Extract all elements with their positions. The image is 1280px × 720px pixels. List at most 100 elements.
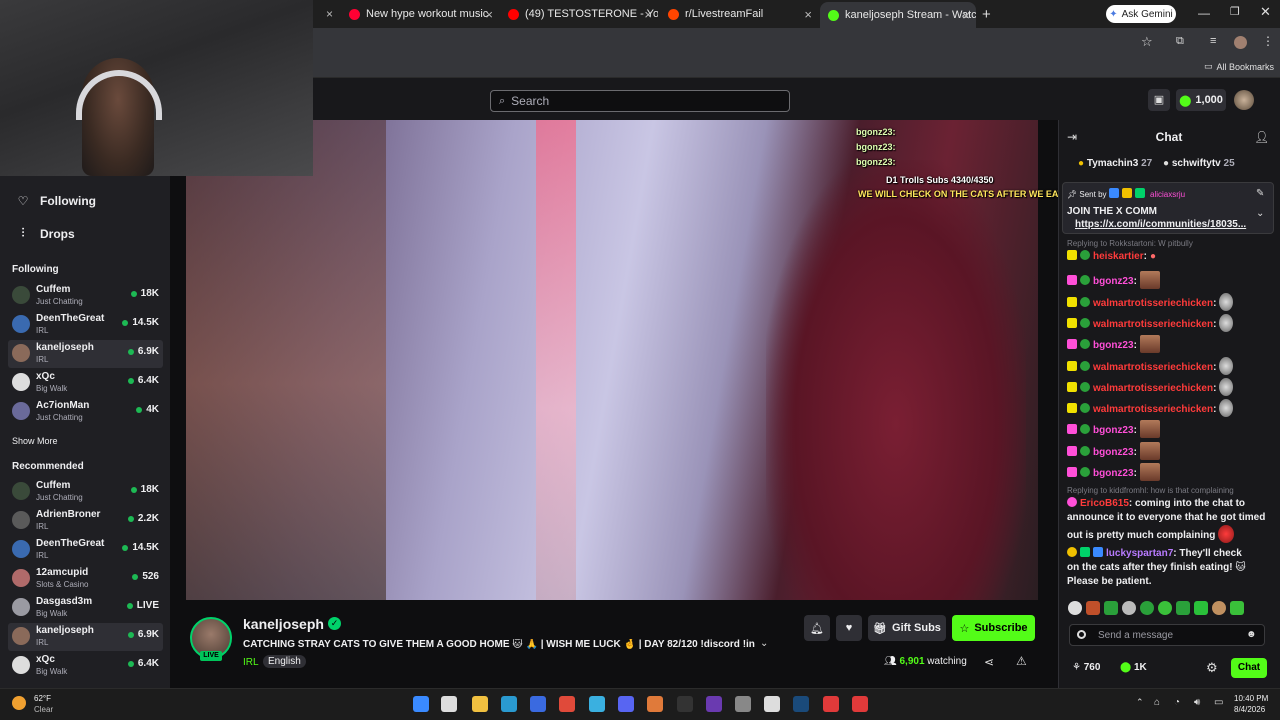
minimize-icon[interactable]: — [1198, 6, 1210, 20]
emoji-picker-icon[interactable]: ☻ [1246, 629, 1257, 640]
weather-temp[interactable]: 62°F [34, 694, 51, 703]
emote-icon[interactable] [1194, 601, 1208, 615]
chat-points-b[interactable]: ⬤ 1K [1120, 662, 1147, 673]
store-icon[interactable] [530, 696, 546, 712]
sidebar-channel-12amcupid[interactable]: 12amcupid Slots & Casino 526 [8, 565, 163, 593]
app-icon[interactable] [764, 696, 780, 712]
chat-users-icon[interactable]: 👤︎ [1254, 130, 1269, 144]
notification-bell-button[interactable]: 🔔︎ [804, 615, 830, 641]
sidebar-channel-ac7ionman[interactable]: Ac7ionMan Just Chatting 4K [8, 398, 163, 426]
emote-icon[interactable] [1176, 601, 1190, 615]
browser-tab[interactable]: kaneljoseph Stream - Watc × [820, 2, 976, 28]
start-menu-icon[interactable] [413, 696, 429, 712]
sidebar-channel-cuffem[interactable]: Cuffem Just Chatting 18K [8, 478, 163, 506]
close-tab-icon[interactable]: × [326, 7, 333, 21]
report-icon[interactable]: ⚠ [1016, 654, 1027, 668]
close-tab-icon[interactable]: × [485, 7, 493, 22]
edge-browser-icon[interactable] [501, 696, 517, 712]
emote-icon[interactable] [1068, 601, 1082, 615]
app-icon[interactable] [706, 696, 722, 712]
sidebar-nav-drops[interactable]: ⫶ Drops [16, 226, 74, 241]
chat-points-a[interactable]: ⚘ 760 [1072, 662, 1100, 673]
restore-icon[interactable]: ❐ [1230, 5, 1240, 18]
chat-username[interactable]: bgonz23 [1093, 425, 1134, 436]
emote-icon[interactable] [1158, 601, 1172, 615]
app-icon[interactable] [647, 696, 663, 712]
streamer-name[interactable]: kaneljoseph [243, 616, 324, 632]
sidebar-channel-dasgasd3m[interactable]: Dasgasd3m Big Walk LIVE [8, 594, 163, 622]
chat-username[interactable]: walmartrotisseriechicken [1093, 298, 1213, 309]
app-icon[interactable] [823, 696, 839, 712]
close-tab-icon[interactable]: × [804, 7, 812, 22]
chevron-down-icon[interactable]: ⌄ [760, 638, 768, 649]
wifi-icon[interactable]: ◔ [1174, 697, 1180, 708]
discord-icon[interactable] [618, 696, 634, 712]
emote-icon[interactable] [1212, 601, 1226, 615]
sidebar-channel-deenthegreat[interactable]: DeenTheGreat IRL 14.5K [8, 536, 163, 564]
chrome-browser-icon[interactable] [559, 696, 575, 712]
chat-username[interactable]: bgonz23 [1093, 340, 1134, 351]
close-window-icon[interactable]: ✕ [1260, 4, 1271, 20]
points-badge[interactable]: ⬤ 1,000 [1176, 89, 1226, 111]
task-view-icon[interactable] [441, 696, 457, 712]
category-link[interactable]: IRL [243, 657, 259, 668]
share-icon[interactable]: ⋖ [984, 655, 994, 669]
sidebar-channel-xqc[interactable]: xQc Big Walk 6.4K [8, 369, 163, 397]
chat-username[interactable]: bgonz23 [1093, 447, 1134, 458]
browser-menu-icon[interactable]: ⋮ [1262, 34, 1274, 48]
gifter-name[interactable]: schwiftytv [1172, 158, 1221, 169]
browser-tab[interactable]: New hype workout music × [341, 3, 499, 25]
volume-icon[interactable]: 🔊︎ [1194, 697, 1200, 708]
sidebar-channel-adrienbroner[interactable]: AdrienBroner IRL 2.2K [8, 507, 163, 535]
emote-icon[interactable] [1122, 601, 1136, 615]
chat-username[interactable]: walmartrotisseriechicken [1093, 319, 1213, 330]
sidebar-channel-kaneljoseph[interactable]: kaneljoseph IRL 6.9K [8, 623, 163, 651]
bookmark-star-icon[interactable]: ☆ [1141, 34, 1153, 50]
chat-username[interactable]: walmartrotisseriechicken [1093, 404, 1213, 415]
close-tab-icon[interactable]: × [962, 8, 970, 23]
chat-username[interactable]: walmartrotisseriechicken [1093, 362, 1213, 373]
browser-tab[interactable]: (49) TESTOSTERONE - YouTube× [500, 3, 658, 25]
chat-settings-icon[interactable]: ⚙ [1206, 660, 1218, 676]
ask-gemini-button[interactable]: ✦ Ask Gemini [1106, 5, 1176, 23]
emote-icon[interactable] [1086, 601, 1100, 615]
chat-username[interactable]: EricoB615 [1080, 498, 1129, 509]
network-icon[interactable]: ⌂ [1154, 697, 1160, 708]
settings-icon[interactable] [735, 696, 751, 712]
sidebar-nav-following[interactable]: ♡ Following [16, 194, 96, 208]
chat-username[interactable]: bgonz23 [1093, 276, 1134, 287]
pin-options-icon[interactable]: ✎ [1256, 188, 1264, 199]
clock-time[interactable]: 10:40 PM [1234, 694, 1268, 703]
chat-username[interactable]: heiskartier [1093, 251, 1144, 262]
sidebar-channel-cuffem[interactable]: Cuffem Just Chatting 18K [8, 282, 163, 310]
tray-chevron-icon[interactable]: ⌃ [1136, 697, 1144, 708]
emote-icon[interactable] [1104, 601, 1118, 615]
new-tab-button[interactable]: + [982, 6, 991, 23]
profile-avatar[interactable] [1234, 36, 1247, 49]
all-bookmarks-link[interactable]: ▭ All Bookmarks [1204, 61, 1274, 72]
battery-icon[interactable]: ▭ [1214, 697, 1223, 708]
pin-expand-icon[interactable]: ⌄ [1256, 208, 1264, 219]
sidebar-channel-kaneljoseph[interactable]: kaneljoseph IRL 6.9K [8, 340, 163, 368]
chat-message-input[interactable]: Send a message [1069, 624, 1265, 646]
emote-icon[interactable] [1140, 601, 1154, 615]
sidebar-channel-deenthegreat[interactable]: DeenTheGreat IRL 14.5K [8, 311, 163, 339]
extensions-icon[interactable]: ⧉ [1176, 35, 1184, 48]
pinned-link[interactable]: https://x.com/i/communities/18035... [1075, 219, 1246, 230]
chat-username[interactable]: luckyspartan7 [1106, 548, 1173, 559]
chat-settings-dot-icon[interactable] [1077, 630, 1086, 639]
search-input[interactable]: ⌕ Search [490, 90, 790, 112]
show-more-link[interactable]: Show More [12, 436, 58, 446]
app-icon[interactable] [852, 696, 868, 712]
chat-username[interactable]: walmartrotisseriechicken [1093, 383, 1213, 394]
obs-icon[interactable] [677, 696, 693, 712]
inventory-icon[interactable]: ▣ [1148, 89, 1170, 111]
pinned-sender[interactable]: aliciaxsrju [1150, 190, 1185, 199]
photos-icon[interactable] [589, 696, 605, 712]
gifter-name[interactable]: Tymachin3 [1087, 158, 1139, 169]
user-avatar[interactable] [1234, 90, 1254, 110]
follow-heart-button[interactable]: ♥ [836, 615, 862, 641]
reading-list-icon[interactable]: ≡ [1210, 35, 1216, 47]
gift-subs-button[interactable]: 🎁︎ Gift Subs [868, 615, 946, 641]
language-tag[interactable]: English [263, 655, 306, 668]
